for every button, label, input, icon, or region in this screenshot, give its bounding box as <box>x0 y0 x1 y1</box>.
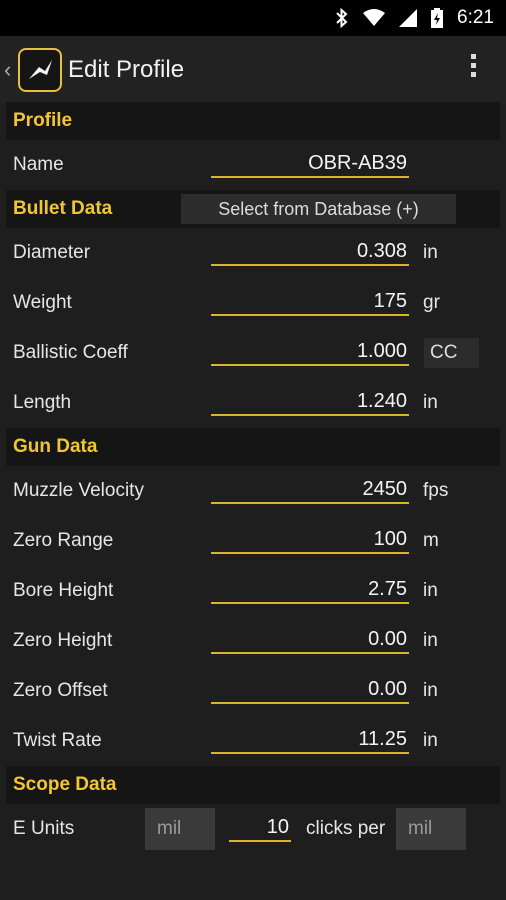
zero-range-unit: m <box>423 530 439 551</box>
twist-rate-input[interactable]: 11.25 <box>211 726 409 754</box>
bore-height-input[interactable]: 2.75 <box>211 576 409 604</box>
bc-unit-selector[interactable]: CC <box>424 338 479 368</box>
clicks-per-label: clicks per <box>306 818 386 839</box>
status-time: 6:21 <box>457 7 494 28</box>
zero-offset-input[interactable]: 0.00 <box>211 676 409 704</box>
action-bar: ‹ Edit Profile <box>0 36 506 104</box>
profile-form: Profile Name OBR-AB39 Bullet Data Select… <box>0 102 506 854</box>
row-name: Name OBR-AB39 <box>0 140 506 190</box>
row-ballistic-coeff: Ballistic Coeff 1.000 CC <box>0 328 506 378</box>
row-zero-height: Zero Height 0.00 in <box>0 616 506 666</box>
row-e-units: E Units mil 10 clicks per mil <box>0 804 506 854</box>
diameter-unit: in <box>423 242 438 263</box>
ballistic-coeff-input[interactable]: 1.000 <box>211 338 409 366</box>
row-muzzle-velocity: Muzzle Velocity 2450 fps <box>0 466 506 516</box>
row-diameter: Diameter 0.308 in <box>0 228 506 278</box>
e-units-label: E Units <box>13 818 75 839</box>
row-zero-range: Zero Range 100 m <box>0 516 506 566</box>
row-twist-rate: Twist Rate 11.25 in <box>0 716 506 766</box>
bullet-data-heading: Bullet Data <box>13 198 113 219</box>
select-from-database-button[interactable]: Select from Database (+) <box>181 194 456 224</box>
diameter-input[interactable]: 0.308 <box>211 238 409 266</box>
e-units-selector[interactable]: mil <box>145 808 215 850</box>
page-title: Edit Profile <box>68 56 185 83</box>
clicks-unit-selector[interactable]: mil <box>396 808 466 850</box>
status-bar: 6:21 <box>0 0 506 36</box>
section-profile: Profile <box>6 102 500 140</box>
section-scope-data: Scope Data <box>6 766 500 804</box>
ballistic-coeff-label: Ballistic Coeff <box>13 342 128 363</box>
twist-rate-unit: in <box>423 730 438 751</box>
muzzle-velocity-label: Muzzle Velocity <box>13 480 144 501</box>
zero-range-input[interactable]: 100 <box>211 526 409 554</box>
weight-input[interactable]: 175 <box>211 288 409 316</box>
row-length: Length 1.240 in <box>0 378 506 428</box>
weight-unit: gr <box>423 292 440 313</box>
zero-height-label: Zero Height <box>13 630 113 651</box>
name-input[interactable]: OBR-AB39 <box>211 150 409 178</box>
app-logo-icon[interactable] <box>18 48 62 92</box>
name-label: Name <box>13 154 64 175</box>
bluetooth-icon <box>335 8 349 28</box>
bore-height-unit: in <box>423 580 438 601</box>
row-zero-offset: Zero Offset 0.00 in <box>0 666 506 716</box>
battery-icon <box>431 8 444 28</box>
zero-range-label: Zero Range <box>13 530 114 551</box>
cell-signal-icon <box>399 9 418 27</box>
bore-height-label: Bore Height <box>13 580 114 601</box>
section-bullet-data: Bullet Data Select from Database (+) <box>6 190 500 228</box>
overflow-menu-icon[interactable] <box>471 54 476 77</box>
length-input[interactable]: 1.240 <box>211 388 409 416</box>
muzzle-velocity-input[interactable]: 2450 <box>211 476 409 504</box>
muzzle-velocity-unit: fps <box>423 480 449 501</box>
weight-label: Weight <box>13 292 72 313</box>
diameter-label: Diameter <box>13 242 91 263</box>
zero-height-unit: in <box>423 630 438 651</box>
twist-rate-label: Twist Rate <box>13 730 102 751</box>
length-label: Length <box>13 392 72 413</box>
zero-offset-label: Zero Offset <box>13 680 108 701</box>
clicks-input[interactable]: 10 <box>229 814 291 842</box>
section-gun-data: Gun Data <box>6 428 500 466</box>
zero-height-input[interactable]: 0.00 <box>211 626 409 654</box>
row-bore-height: Bore Height 2.75 in <box>0 566 506 616</box>
back-chevron-icon[interactable]: ‹ <box>4 57 16 83</box>
row-weight: Weight 175 gr <box>0 278 506 328</box>
length-unit: in <box>423 392 438 413</box>
wifi-icon <box>363 9 386 27</box>
zero-offset-unit: in <box>423 680 438 701</box>
